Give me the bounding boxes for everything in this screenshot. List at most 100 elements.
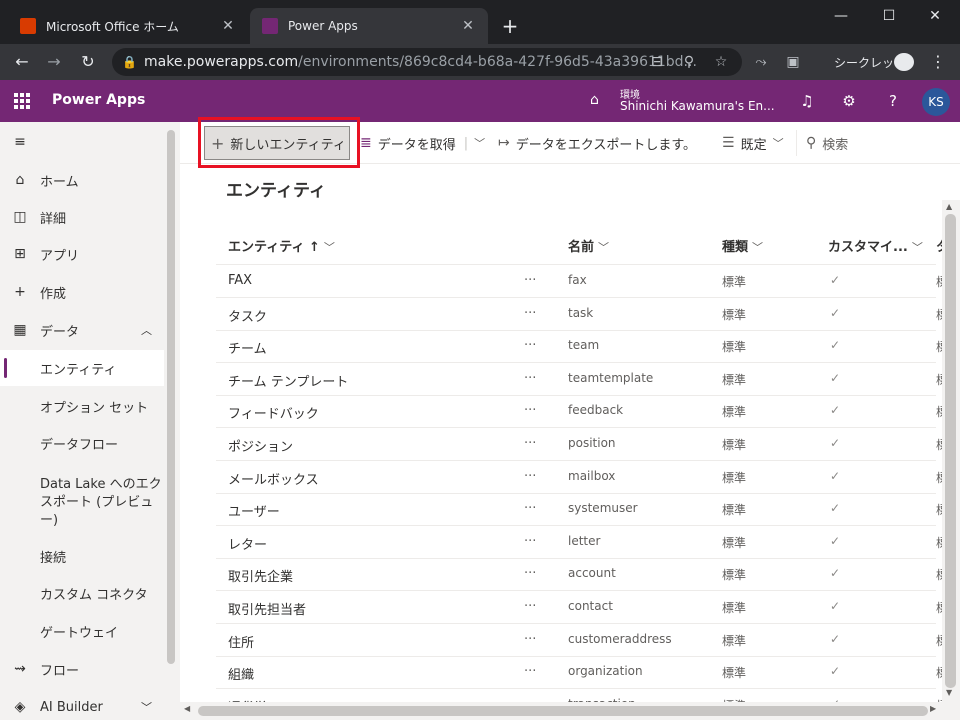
export-data-button[interactable]: ↦ データをエクスポートします。 (498, 122, 696, 164)
minimize-button[interactable]: — (818, 4, 864, 28)
vertical-scrollbar-thumb[interactable] (945, 214, 956, 688)
entity-cell[interactable]: 取引先担当者 (228, 599, 306, 618)
notifications-icon[interactable]: ♫ (798, 92, 816, 110)
table-row[interactable]: タスク···task標準✓標 (216, 298, 960, 331)
browser-menu-icon[interactable]: ⋮ (930, 52, 946, 71)
sidebar-item-create[interactable]: + 作成 (0, 274, 164, 310)
more-options-icon[interactable]: ··· (524, 306, 536, 321)
more-options-icon[interactable]: ··· (524, 436, 536, 451)
scroll-left-arrow[interactable]: ◀ (184, 704, 190, 713)
environment-name[interactable]: Shinichi Kawamura's En... (620, 99, 775, 113)
sidebar-item-flows[interactable]: ⇝ フロー (0, 651, 164, 687)
entity-cell[interactable]: 組織 (228, 664, 254, 683)
sidebar-item-data[interactable]: ▦ データ ︿ (0, 312, 164, 348)
reload-button[interactable]: ↻ (76, 50, 100, 74)
back-button[interactable]: ← (10, 50, 34, 74)
sidebar-item-gateways[interactable]: ゲートウェイ (0, 613, 164, 649)
table-row[interactable]: FAX···fax標準✓標 (216, 265, 960, 298)
translate-icon[interactable]: ⊟ (648, 54, 666, 70)
tab-office-home[interactable]: Microsoft Office ホーム ✕ (8, 8, 248, 44)
more-options-icon[interactable]: ··· (524, 338, 536, 353)
maximize-button[interactable]: ☐ (866, 4, 912, 28)
sidebar-item-home[interactable]: ⌂ ホーム (0, 162, 164, 198)
app-name[interactable]: Power Apps (52, 92, 145, 108)
table-row[interactable]: 組織···organization標準✓標 (216, 656, 960, 689)
entity-cell[interactable]: チーム テンプレート (228, 371, 348, 390)
sidebar-item-learn[interactable]: ◫ 詳細 (0, 199, 164, 235)
forward-button[interactable]: → (42, 50, 66, 74)
help-icon[interactable]: ? (884, 92, 902, 110)
sidebar-item-data-lake-export[interactable]: Data Lake へのエクスポート (プレビュー) (0, 470, 164, 530)
entity-cell[interactable]: ポジション (228, 436, 293, 455)
more-options-icon[interactable]: ··· (524, 632, 536, 647)
scroll-right-arrow[interactable]: ▶ (930, 704, 936, 713)
entity-cell[interactable]: レター (228, 534, 267, 553)
tab-power-apps[interactable]: Power Apps ✕ (250, 8, 488, 44)
entity-cell[interactable]: メールボックス (228, 469, 319, 488)
more-options-icon[interactable]: ··· (524, 403, 536, 418)
table-row[interactable]: メールボックス···mailbox標準✓標 (216, 461, 960, 494)
table-row[interactable]: レター···letter標準✓標 (216, 526, 960, 559)
entity-cell[interactable]: 住所 (228, 632, 254, 651)
sidebar-item-option-sets[interactable]: オプション セット (0, 388, 164, 424)
checkmark-icon: ✓ (830, 371, 841, 385)
chevron-down-icon: ﹀ (598, 241, 610, 254)
avatar[interactable]: KS (922, 88, 950, 116)
more-options-icon[interactable]: ··· (524, 273, 536, 288)
more-options-icon[interactable]: ··· (524, 469, 536, 484)
table-row[interactable]: 取引先担当者···contact標準✓標 (216, 591, 960, 624)
view-label: 既定 (740, 137, 767, 153)
entity-cell[interactable]: ユーザー (228, 501, 280, 520)
view-selector[interactable]: ☰ 既定 ﹀ (722, 122, 784, 164)
sidebar-item-dataflows[interactable]: データフロー (0, 425, 164, 461)
column-header-entity[interactable]: エンティティ ↑ ﹀ (228, 236, 335, 255)
scroll-down-arrow[interactable]: ▼ (946, 688, 952, 697)
sidebar-item-apps[interactable]: ⊞ アプリ (0, 236, 164, 272)
extension-icon[interactable]: ⤳ (752, 54, 770, 70)
settings-icon[interactable]: ⚙ (840, 92, 858, 110)
sidebar-item-entities[interactable]: エンティティ (0, 350, 164, 386)
entity-cell[interactable]: タスク (228, 306, 267, 325)
entity-cell[interactable]: FAX (228, 273, 252, 288)
horizontal-scrollbar-thumb[interactable] (198, 706, 928, 716)
zoom-icon[interactable]: ⚲ (680, 54, 698, 70)
sidebar-item-ai-builder[interactable]: ◈ AI Builder ﹀ (0, 689, 164, 720)
sidebar-item-label: カスタム コネクタ (40, 587, 148, 603)
close-icon[interactable]: ✕ (460, 18, 476, 34)
more-options-icon[interactable]: ··· (524, 501, 536, 516)
entity-cell[interactable]: フィードバック (228, 403, 319, 422)
sidebar-item-custom-connectors[interactable]: カスタム コネクタ (0, 575, 164, 611)
table-row[interactable]: 取引先企業···account標準✓標 (216, 558, 960, 591)
hamburger-button[interactable]: ≡ (0, 124, 164, 160)
star-icon[interactable]: ☆ (712, 54, 730, 70)
column-header-name[interactable]: 名前 ﹀ (568, 236, 609, 255)
scroll-up-arrow[interactable]: ▲ (946, 202, 952, 211)
column-header-type[interactable]: 種類 ﹀ (722, 236, 763, 255)
entity-cell[interactable]: チーム (228, 338, 267, 357)
more-options-icon[interactable]: ··· (524, 534, 536, 549)
chevron-down-icon[interactable]: ﹀ (474, 135, 485, 151)
table-row[interactable]: チーム テンプレート···teamtemplate標準✓標 (216, 363, 960, 396)
column-header-customizable[interactable]: カスタマイ... ﹀ (828, 236, 923, 255)
search-box[interactable]: ⚲ 検索 (806, 122, 848, 164)
incognito-icon[interactable] (894, 53, 914, 71)
close-icon[interactable]: ✕ (220, 18, 236, 34)
table-row[interactable]: フィードバック···feedback標準✓標 (216, 395, 960, 428)
table-row[interactable]: ポジション···position標準✓標 (216, 428, 960, 461)
sidebar-item-connections[interactable]: 接続 (0, 538, 164, 574)
app-launcher-icon[interactable] (14, 93, 30, 109)
table-row[interactable]: ユーザー···systemuser標準✓標 (216, 493, 960, 526)
extension-icon-2[interactable]: ▣ (784, 54, 802, 70)
table-row[interactable]: 住所···customeraddress標準✓標 (216, 624, 960, 657)
sidebar-scrollbar-thumb[interactable] (167, 130, 175, 664)
new-tab-button[interactable]: + (498, 14, 522, 38)
entity-cell[interactable]: 取引先企業 (228, 566, 293, 585)
table-row[interactable]: チーム···team標準✓標 (216, 330, 960, 363)
more-options-icon[interactable]: ··· (524, 664, 536, 679)
get-data-button[interactable]: ≣ データを取得 | ﹀ (360, 122, 485, 164)
window-close-button[interactable]: ✕ (912, 4, 958, 28)
more-options-icon[interactable]: ··· (524, 599, 536, 614)
more-options-icon[interactable]: ··· (524, 371, 536, 386)
chevron-down-icon: ﹀ (141, 701, 152, 714)
more-options-icon[interactable]: ··· (524, 566, 536, 581)
